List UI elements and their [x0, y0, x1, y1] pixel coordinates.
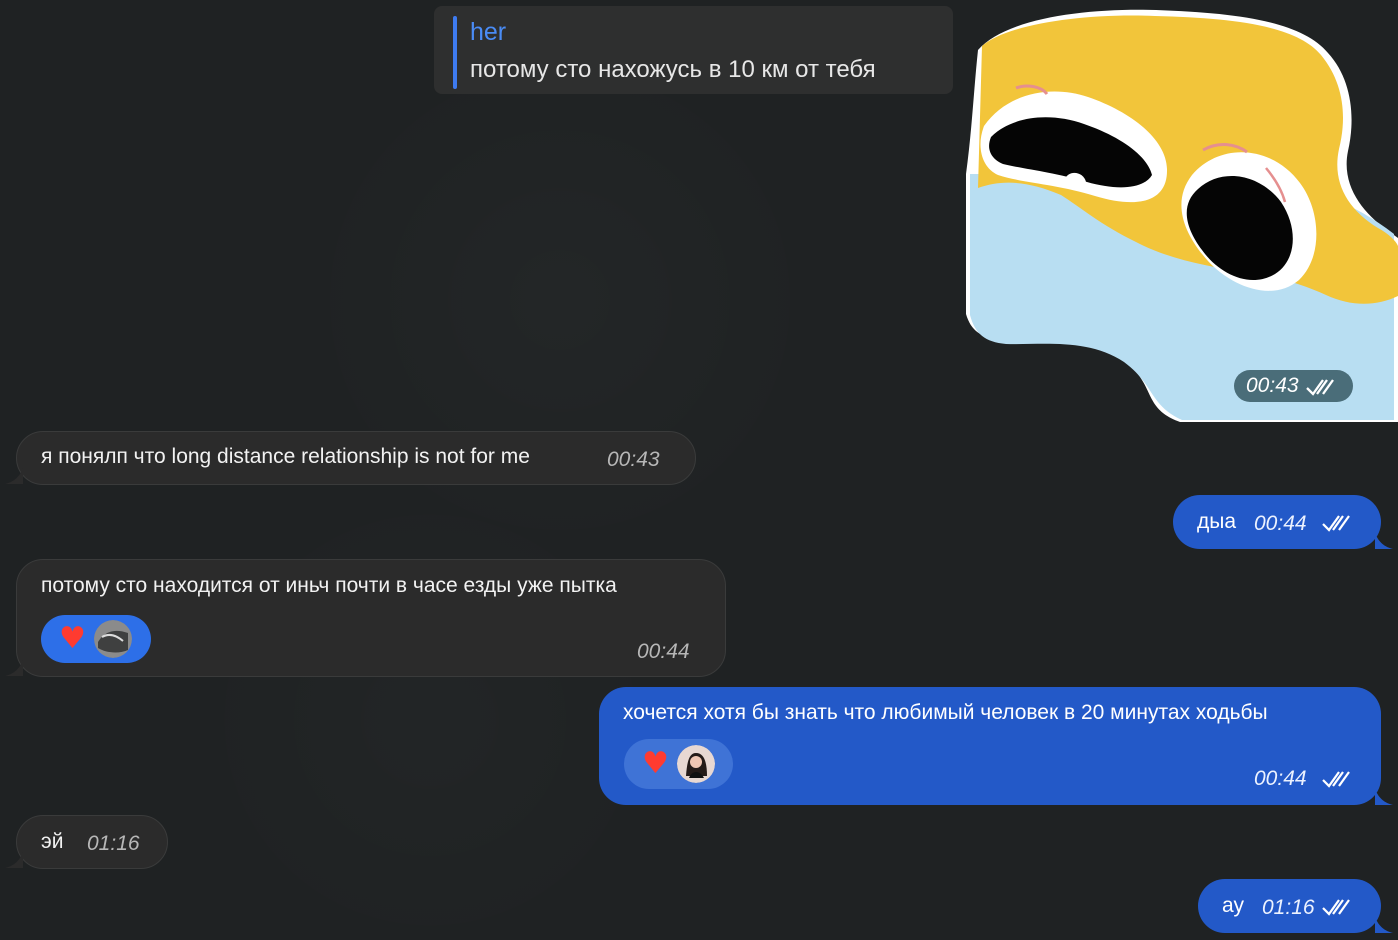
reactor-avatar: [93, 620, 132, 658]
message-text: хочется хотя бы знать что любимый челове…: [623, 701, 1268, 724]
message-tail-icon: [5, 468, 23, 484]
sticker-message[interactable]: [966, 6, 1398, 422]
reactor-avatar: [676, 745, 715, 783]
message-text: ау: [1222, 894, 1244, 917]
reply-message-text: потому сто нахожусь в 10 км от тебя: [470, 56, 876, 83]
sticker-timestamp: 00:43: [1234, 370, 1353, 402]
double-check-icon: [1322, 771, 1350, 788]
message-time: 00:43: [607, 448, 660, 471]
reply-preview[interactable]: her потому сто нахожусь в 10 км от тебя: [434, 6, 953, 94]
outgoing-message-bubble[interactable]: ау 01:16: [1198, 879, 1393, 933]
message-time: 00:44: [1254, 767, 1307, 790]
reply-sender-name: her: [470, 18, 507, 46]
message-reaction[interactable]: ♥: [624, 739, 733, 789]
chat-area: her потому сто нахожусь в 10 км от тебя …: [0, 0, 1398, 940]
message-tail-icon: [5, 852, 23, 868]
message-text: потому сто находится от иньч почти в час…: [41, 574, 617, 597]
message-text: эй: [41, 830, 64, 853]
incoming-message-bubble[interactable]: потому сто находится от иньч почти в час…: [5, 559, 726, 677]
double-check-icon: [1322, 899, 1350, 916]
message-text: я понялп что long distance relationship …: [41, 445, 530, 468]
message-tail-icon: [1375, 789, 1393, 805]
message-time: 01:16: [87, 832, 140, 855]
sad-emoji-sticker: [966, 9, 1398, 422]
message-tail-icon: [5, 660, 23, 676]
message-tail-icon: [1375, 917, 1393, 933]
double-check-icon: [1322, 515, 1350, 532]
message-tail-icon: [1375, 533, 1393, 549]
heart-reaction-icon: ♥: [59, 621, 86, 656]
incoming-message-bubble[interactable]: эй 01:16: [5, 815, 168, 869]
message-time: 00:44: [637, 640, 690, 663]
outgoing-message-bubble[interactable]: хочется хотя бы знать что любимый челове…: [599, 687, 1393, 805]
message-reaction[interactable]: ♥: [41, 615, 151, 663]
reply-accent-bar: [453, 16, 457, 89]
message-time: 01:16: [1262, 896, 1315, 919]
heart-reaction-icon: ♥: [642, 746, 669, 781]
incoming-message-bubble[interactable]: я понялп что long distance relationship …: [5, 431, 696, 485]
sticker-time-text: 00:43: [1246, 374, 1299, 397]
double-check-icon: [1305, 379, 1334, 396]
message-time: 00:44: [1254, 512, 1307, 535]
message-text: дыа: [1197, 510, 1237, 533]
outgoing-message-bubble[interactable]: дыа 00:44: [1173, 495, 1393, 549]
